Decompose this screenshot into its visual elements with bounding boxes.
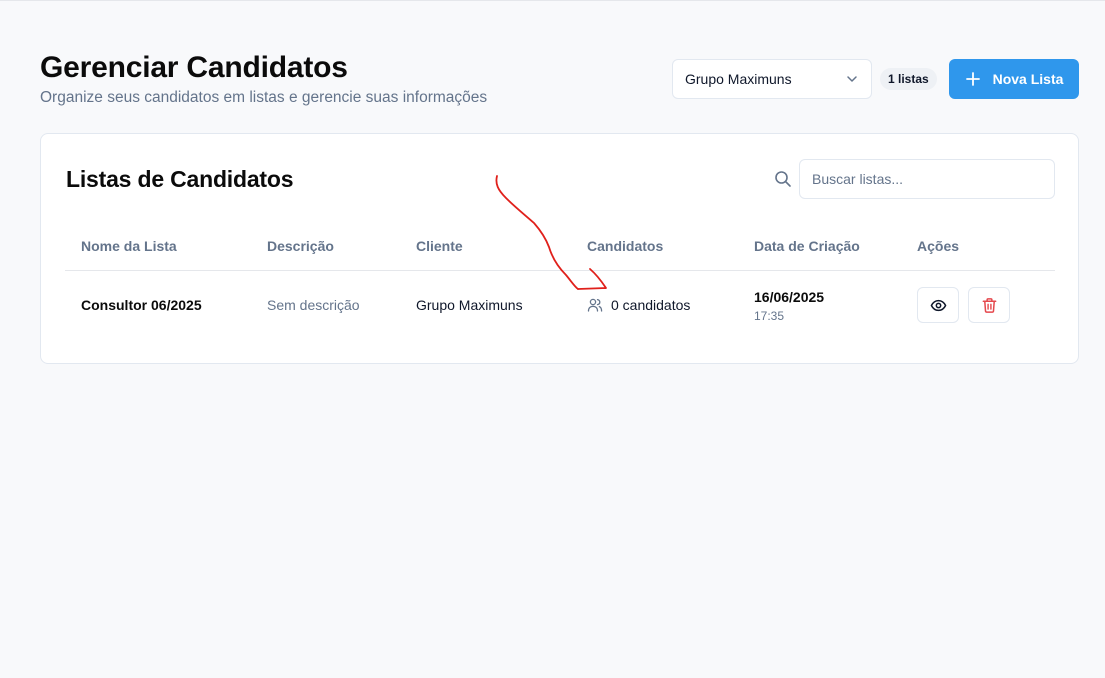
card-title: Listas de Candidatos [66,166,294,192]
users-icon [587,298,603,312]
candidates-count-label: 0 candidatos [611,297,691,313]
page-title: Gerenciar Candidatos [40,51,348,84]
list-name: Consultor 06/2025 [81,297,202,313]
lists-card: Listas de Candidatos Nome da Lista Descr… [40,133,1079,364]
page-subtitle: Organize seus candidatos em listas e ger… [40,89,488,106]
eye-icon [930,299,946,311]
chevron-down-icon [847,76,857,82]
page: Gerenciar Candidatos Organize seus candi… [0,0,1105,678]
trash-icon [982,297,996,313]
column-header-candidates: Candidatos [587,238,664,254]
column-header-name: Nome da Lista [81,238,177,254]
list-client: Grupo Maximuns [416,297,523,313]
candidates-count: 0 candidatos [587,297,690,313]
created-date: 16/06/2025 [754,289,825,305]
new-list-label: Nova Lista [992,71,1064,87]
column-header-actions: Ações [917,238,960,254]
column-header-description: Descrição [267,238,334,254]
column-header-created-date: Data de Criação [754,238,860,254]
search-icon [775,171,791,187]
list-description: Sem descrição [267,297,360,313]
created-time: 17:35 [754,309,785,323]
plus-icon [965,72,980,86]
search-input[interactable] [799,159,1055,199]
list-count-badge: 1 listas [880,68,937,90]
delete-button[interactable] [968,287,1010,323]
header-divider [65,270,1055,271]
view-button[interactable] [917,287,959,323]
new-list-button[interactable]: Nova Lista [949,59,1079,99]
column-header-client: Cliente [416,238,463,254]
client-select[interactable]: Grupo Maximuns [672,59,872,99]
client-select-value: Grupo Maximuns [685,71,792,87]
